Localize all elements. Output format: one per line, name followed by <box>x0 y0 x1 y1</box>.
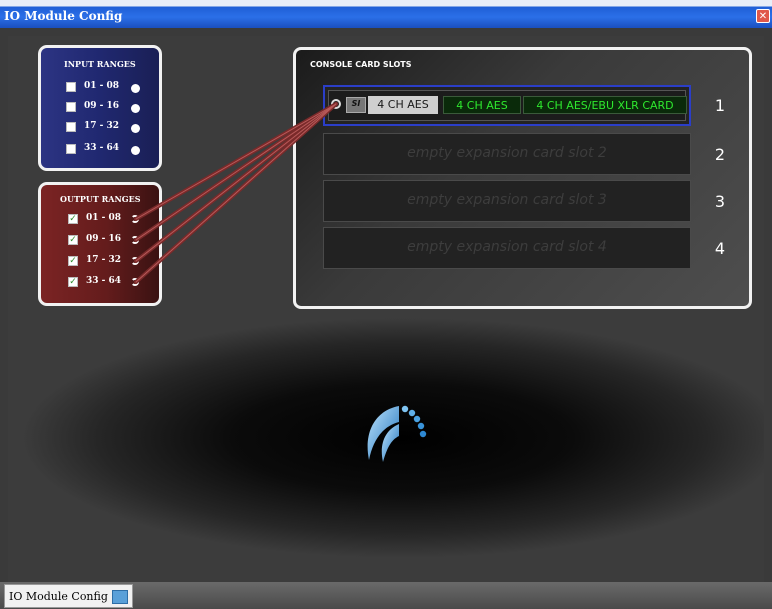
window-icon <box>111 590 128 604</box>
patch-wire-highlight <box>135 103 337 262</box>
patch-wire-highlight <box>135 103 337 283</box>
taskbar: IO Module Config <box>0 582 772 609</box>
soundcraft-logo-icon <box>367 405 427 462</box>
taskbar-tab-io-module-config[interactable]: IO Module Config <box>4 584 133 608</box>
taskbar-tab-label: IO Module Config <box>9 590 108 603</box>
patch-wire-highlight <box>135 103 337 241</box>
patch-wires <box>134 102 338 284</box>
patch-wire-highlight <box>135 103 337 220</box>
